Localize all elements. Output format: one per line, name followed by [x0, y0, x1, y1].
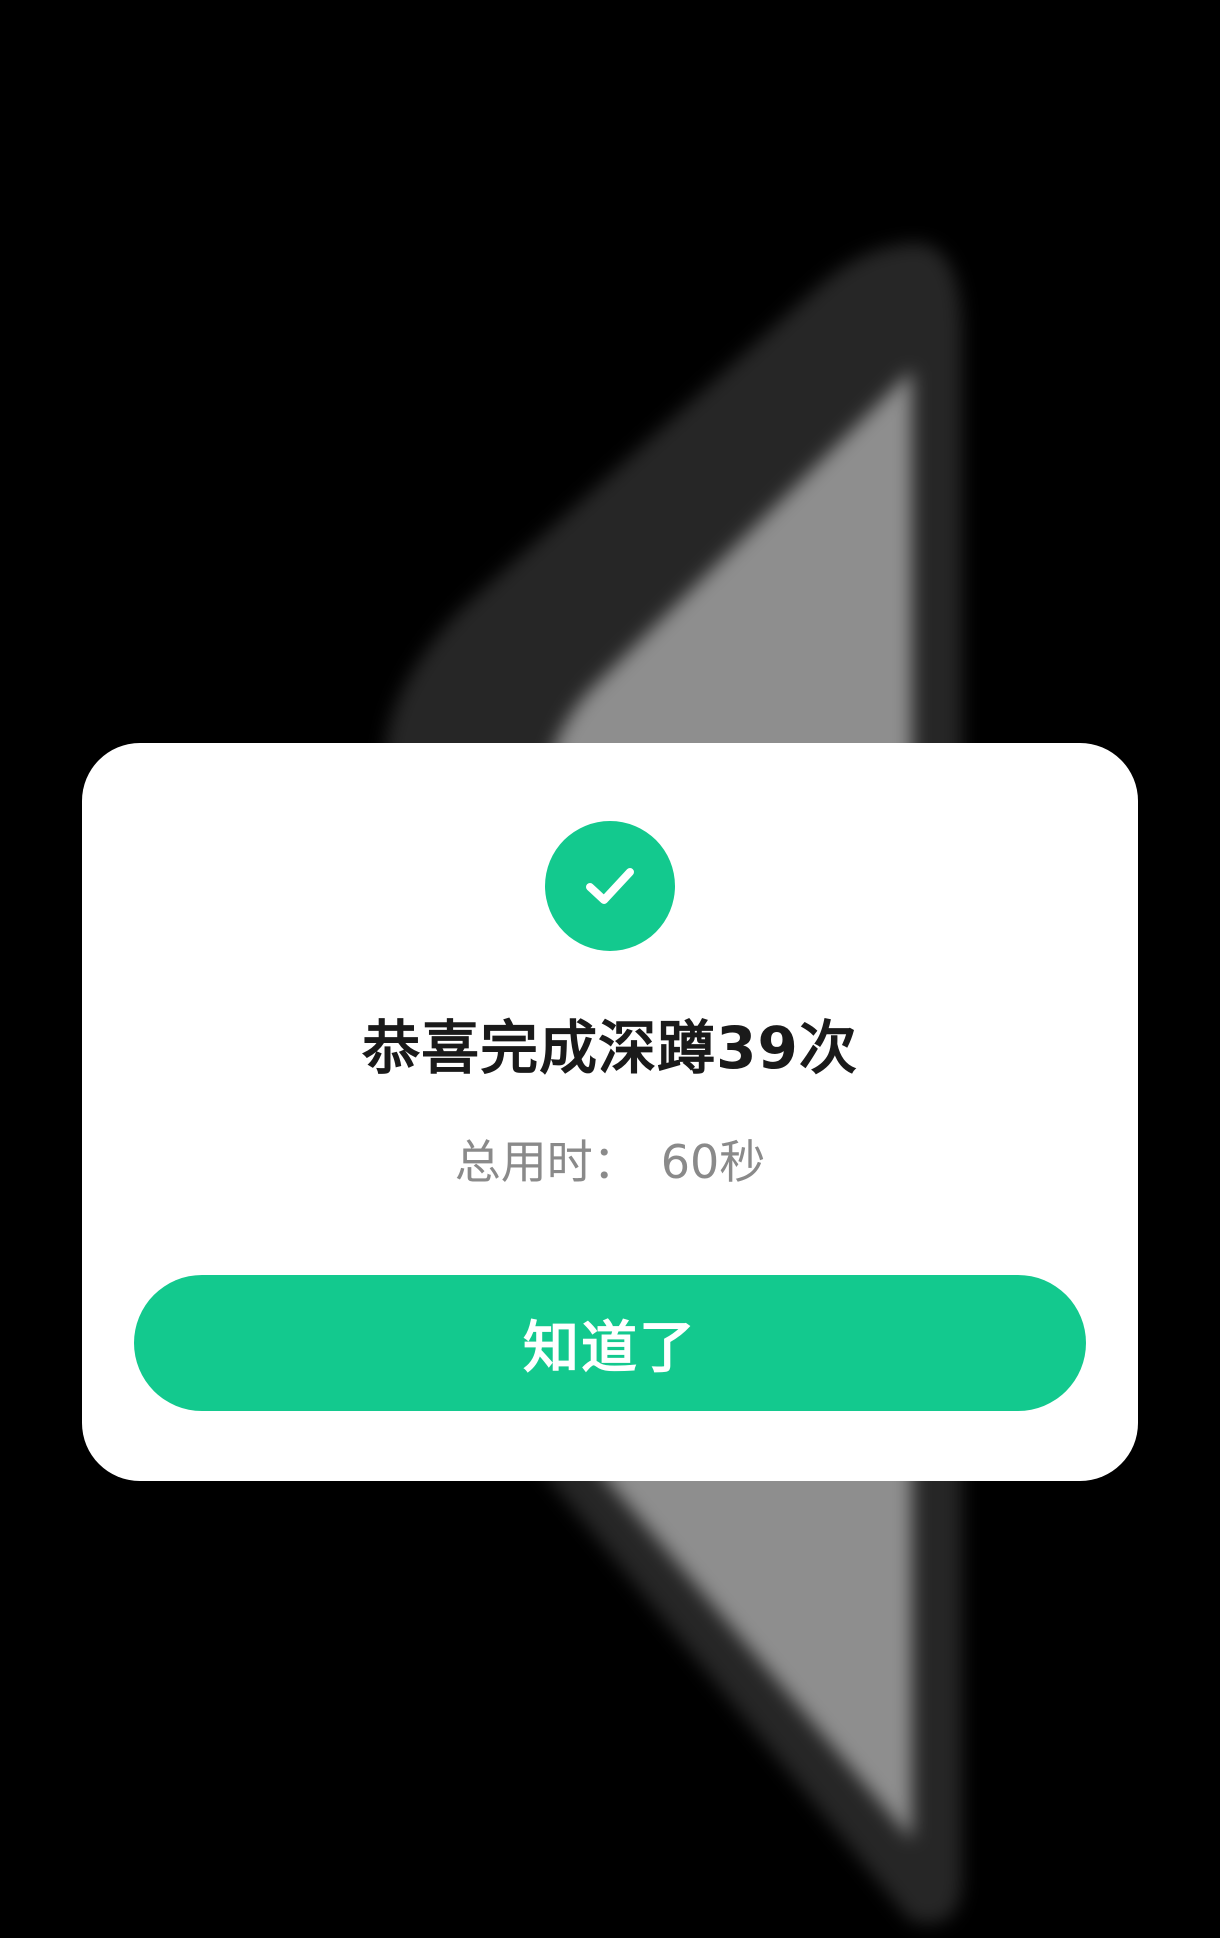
duration-text: 总用时： 60秒	[82, 1134, 1138, 1190]
screen: 恭喜完成深蹲39次 总用时： 60秒 知道了	[0, 0, 1220, 1938]
check-circle-icon	[545, 821, 675, 951]
duration-label: 总用时：	[454, 1135, 639, 1189]
completion-dialog: 恭喜完成深蹲39次 总用时： 60秒 知道了	[82, 743, 1138, 1481]
duration-value: 60秒	[660, 1135, 766, 1189]
dialog-title: 恭喜完成深蹲39次	[362, 1014, 858, 1082]
confirm-button[interactable]: 知道了	[134, 1275, 1086, 1411]
checkmark-icon	[586, 868, 634, 904]
